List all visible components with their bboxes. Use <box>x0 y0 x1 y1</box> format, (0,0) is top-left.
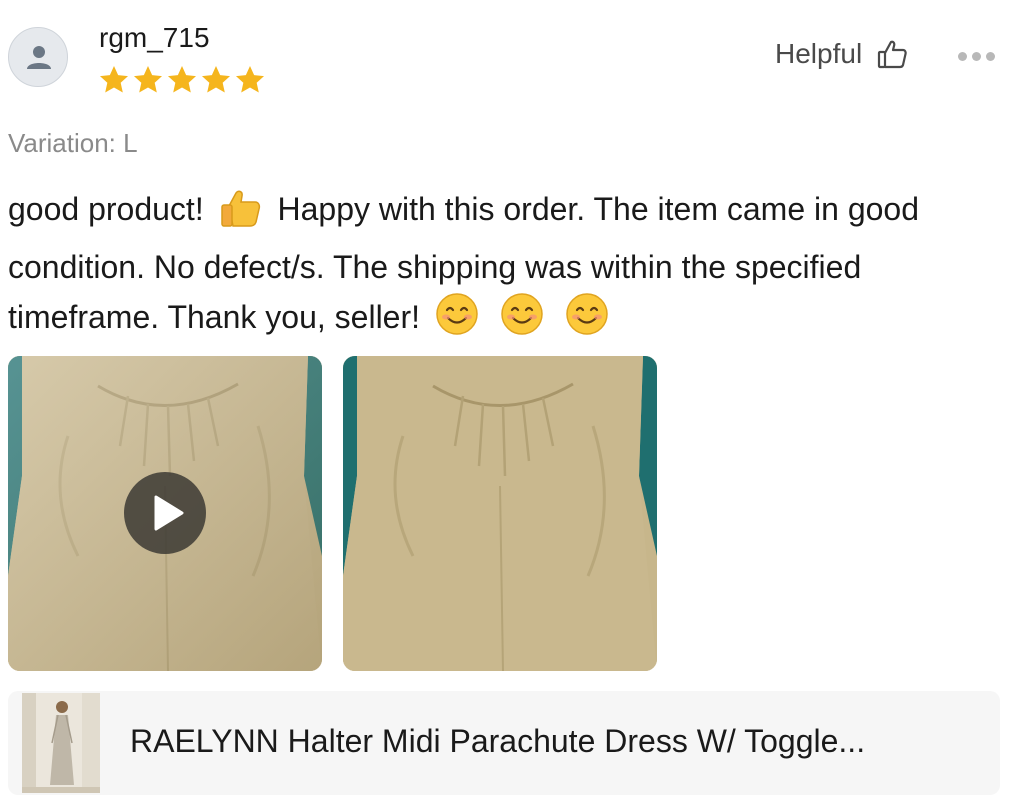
star-icon <box>166 64 198 96</box>
product-card[interactable]: RAELYNN Halter Midi Parachute Dress W/ T… <box>8 691 1000 795</box>
dot-icon <box>958 52 967 61</box>
smiling-face-emoji-icon <box>500 292 544 350</box>
dot-icon <box>972 52 981 61</box>
review-photo-thumbnail[interactable] <box>343 356 657 671</box>
user-icon <box>27 46 51 69</box>
product-title[interactable]: RAELYNN Halter Midi Parachute Dress W/ T… <box>130 723 865 760</box>
avatar[interactable] <box>8 27 68 87</box>
variation-label: Variation: L <box>8 128 138 158</box>
more-options-button[interactable] <box>958 52 995 61</box>
helpful-label: Helpful <box>775 38 863 69</box>
review-text-intro: good product! <box>8 191 204 227</box>
helpful-button[interactable]: Helpful <box>775 38 908 70</box>
reviewer-username[interactable]: rgm_715 <box>99 22 210 54</box>
star-icon <box>98 64 130 96</box>
rating-stars <box>98 64 266 96</box>
star-icon <box>200 64 232 96</box>
review-text: good product! Happy with this order. The… <box>8 184 1008 350</box>
fabric-photo <box>343 356 657 671</box>
product-thumbnail <box>22 693 100 793</box>
smiling-face-emoji-icon <box>435 292 479 350</box>
product-image <box>22 693 100 793</box>
review-video-thumbnail[interactable] <box>8 356 322 671</box>
smiling-face-emoji-icon <box>565 292 609 350</box>
play-icon <box>154 495 184 531</box>
play-button[interactable] <box>124 472 206 554</box>
star-icon <box>234 64 266 96</box>
thumbs-up-emoji-icon <box>219 188 263 242</box>
star-icon <box>132 64 164 96</box>
thumbs-up-icon <box>878 40 907 69</box>
dot-icon <box>986 52 995 61</box>
